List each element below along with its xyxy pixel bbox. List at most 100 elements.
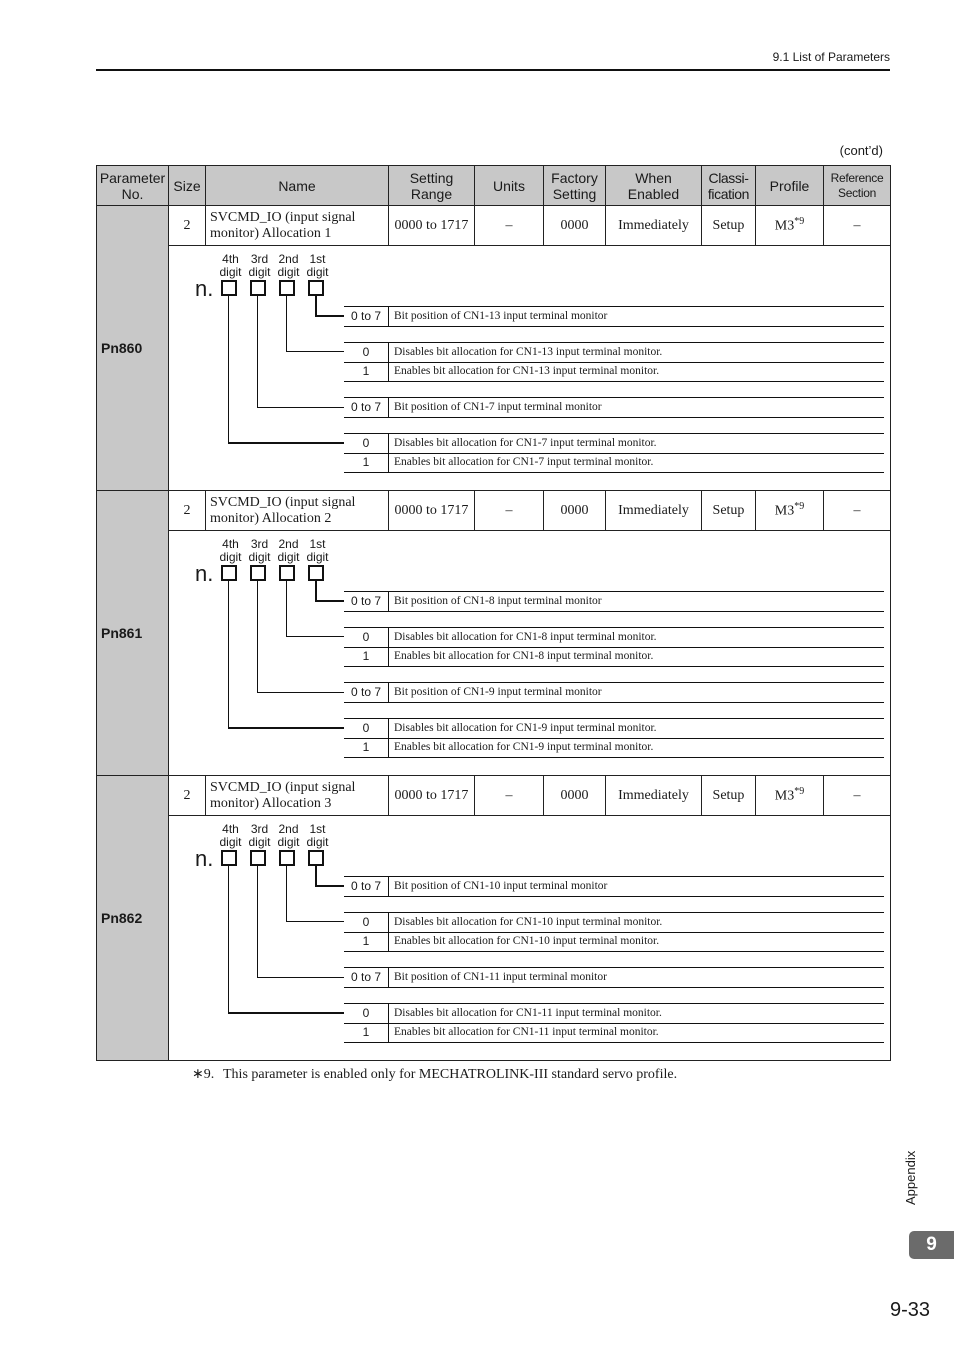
digit-diagram: 4th digit 3rd digit 2nd digit 1st digit n. 0 to… xyxy=(169,246,889,490)
connector-4th-h xyxy=(228,442,344,444)
option-value: 0 xyxy=(344,434,389,453)
option-desc: Disables bit allocation for CN1-11 input… xyxy=(394,1007,662,1019)
col-name: Name xyxy=(205,165,389,206)
col-units: Units xyxy=(474,165,544,206)
digit-diagram-cell: 4th digit 3rd digit 2nd digit 1st digit n. 0 to… xyxy=(168,245,891,491)
param-profile: M3*9 xyxy=(755,775,824,816)
connector-3rd xyxy=(257,296,258,407)
param-factory-setting: 0000 xyxy=(543,205,606,246)
param-profile: M3*9 xyxy=(755,205,824,246)
digit-box-1st xyxy=(308,565,324,581)
continued-label: (cont’d) xyxy=(839,143,883,158)
digit-box-3rd xyxy=(250,850,266,866)
param-number: Pn862 xyxy=(96,775,169,1061)
option-desc: Disables bit allocation for CN1-7 input … xyxy=(394,437,657,449)
param-reference: – xyxy=(823,490,891,531)
param-factory-setting: 0000 xyxy=(543,490,606,531)
connector-2nd-h xyxy=(286,921,344,922)
param-classification: Setup xyxy=(701,205,756,246)
option-desc: Bit position of CN1-7 input terminal mon… xyxy=(394,401,602,413)
digit-label: 3rd digit xyxy=(248,822,271,849)
digit-labels: 4th digit 3rd digit 2nd digit 1st digit xyxy=(216,538,332,564)
connector-4th-h xyxy=(228,727,344,729)
option-row: 1 Enables bit allocation for CN1-8 input … xyxy=(344,647,884,667)
digit-box-4th xyxy=(221,850,237,866)
param-number: Pn860 xyxy=(96,205,169,491)
connector-3rd-h xyxy=(257,977,344,978)
option-desc: Bit position of CN1-8 input terminal mon… xyxy=(394,595,602,607)
option-row: 0 to 7 Bit position of CN1-8 input termin… xyxy=(344,591,884,612)
option-desc: Enables bit allocation for CN1-8 input t… xyxy=(394,650,654,662)
option-value: 1 xyxy=(344,738,389,757)
digit-diagram: 4th digit 3rd digit 2nd digit 1st digit n. 0 to… xyxy=(169,531,889,775)
param-units: – xyxy=(474,490,544,531)
option-value: 0 to 7 xyxy=(344,307,389,326)
option-value: 0 to 7 xyxy=(344,877,389,896)
footnote-mark: ∗9. xyxy=(192,1067,215,1082)
option-row: 1 Enables bit allocation for CN1-10 input… xyxy=(344,932,884,952)
connector-1st-h xyxy=(315,600,344,602)
option-desc: Enables bit allocation for CN1-11 input … xyxy=(394,1026,659,1038)
param-classification: Setup xyxy=(701,490,756,531)
option-value: 1 xyxy=(344,1023,389,1042)
digit-box-3rd xyxy=(250,280,266,296)
header-rule xyxy=(96,69,890,71)
option-row: 1 Enables bit allocation for CN1-13 input… xyxy=(344,362,884,382)
digit-diagram-cell: 4th digit 3rd digit 2nd digit 1st digit n. 0 to… xyxy=(168,530,891,776)
connector-2nd xyxy=(286,296,287,351)
footnote: ∗9. This parameter is enabled only for ME… xyxy=(192,1066,677,1083)
connector-2nd-h xyxy=(286,351,344,352)
option-value: 0 xyxy=(344,913,389,932)
param-when-enabled: Immediately xyxy=(605,205,702,246)
param-profile: M3*9 xyxy=(755,490,824,531)
n-prefix: n. xyxy=(195,561,214,586)
option-desc: Bit position of CN1-9 input terminal mon… xyxy=(394,686,602,698)
param-reference: – xyxy=(823,775,891,816)
col-param-no: Parameter No. xyxy=(96,165,169,206)
option-value: 0 xyxy=(344,628,389,647)
digit-label: 2nd digit xyxy=(277,822,300,849)
parameter-diagram-row: 4th digit 3rd digit 2nd digit 1st digit n. 0 to… xyxy=(97,245,891,491)
digit-label: 1st digit xyxy=(306,537,329,564)
option-row: 1 Enables bit allocation for CN1-7 input … xyxy=(344,453,884,473)
n-prefix: n. xyxy=(195,276,214,301)
param-units: – xyxy=(474,205,544,246)
connector-4th-h xyxy=(228,1012,344,1014)
chapter-tab: 9 xyxy=(909,1231,954,1259)
option-value: 0 xyxy=(344,343,389,362)
footnote-ref: *9 xyxy=(794,501,805,513)
col-setting-range: Setting Range xyxy=(388,165,475,206)
option-value: 0 to 7 xyxy=(344,683,389,702)
col-factory-setting: Factory Setting xyxy=(543,165,606,206)
param-size: 2 xyxy=(168,205,206,246)
connector-4th xyxy=(228,296,229,443)
col-classification: Classi-fication xyxy=(701,165,756,206)
digit-label: 3rd digit xyxy=(248,537,271,564)
section-title: 9.1 List of Parameters xyxy=(772,50,890,64)
page-number: 9-33 xyxy=(889,1299,930,1321)
digit-label: 1st digit xyxy=(306,822,329,849)
digit-label: 2nd digit xyxy=(277,537,300,564)
param-size: 2 xyxy=(168,490,206,531)
option-row: 0 to 7 Bit position of CN1-10 input termi… xyxy=(344,876,884,897)
option-row: 1 Enables bit allocation for CN1-9 input … xyxy=(344,738,884,758)
option-row: 0 Disables bit allocation for CN1-10 inpu… xyxy=(344,912,884,933)
option-row: 0 Disables bit allocation for CN1-9 input… xyxy=(344,718,884,739)
parameter-diagram-row: 4th digit 3rd digit 2nd digit 1st digit n. 0 to… xyxy=(97,530,891,776)
option-row: 0 to 7 Bit position of CN1-9 input termin… xyxy=(344,682,884,703)
option-value: 0 xyxy=(344,719,389,738)
digit-label: 3rd digit xyxy=(248,252,271,279)
option-desc: Enables bit allocation for CN1-10 input … xyxy=(394,935,660,947)
param-when-enabled: Immediately xyxy=(605,490,702,531)
param-when-enabled: Immediately xyxy=(605,775,702,816)
connector-1st-h xyxy=(315,315,344,317)
option-value: 1 xyxy=(344,362,389,381)
param-size: 2 xyxy=(168,775,206,816)
connector-2nd xyxy=(286,866,287,921)
option-value: 0 to 7 xyxy=(344,398,389,417)
option-value: 0 to 7 xyxy=(344,968,389,987)
digit-box-2nd xyxy=(279,850,295,866)
parameter-row: Pn860 2 SVCMD_IO (input signal monitor) A… xyxy=(96,205,891,491)
connector-3rd xyxy=(257,581,258,692)
connector-3rd-h xyxy=(257,407,344,408)
